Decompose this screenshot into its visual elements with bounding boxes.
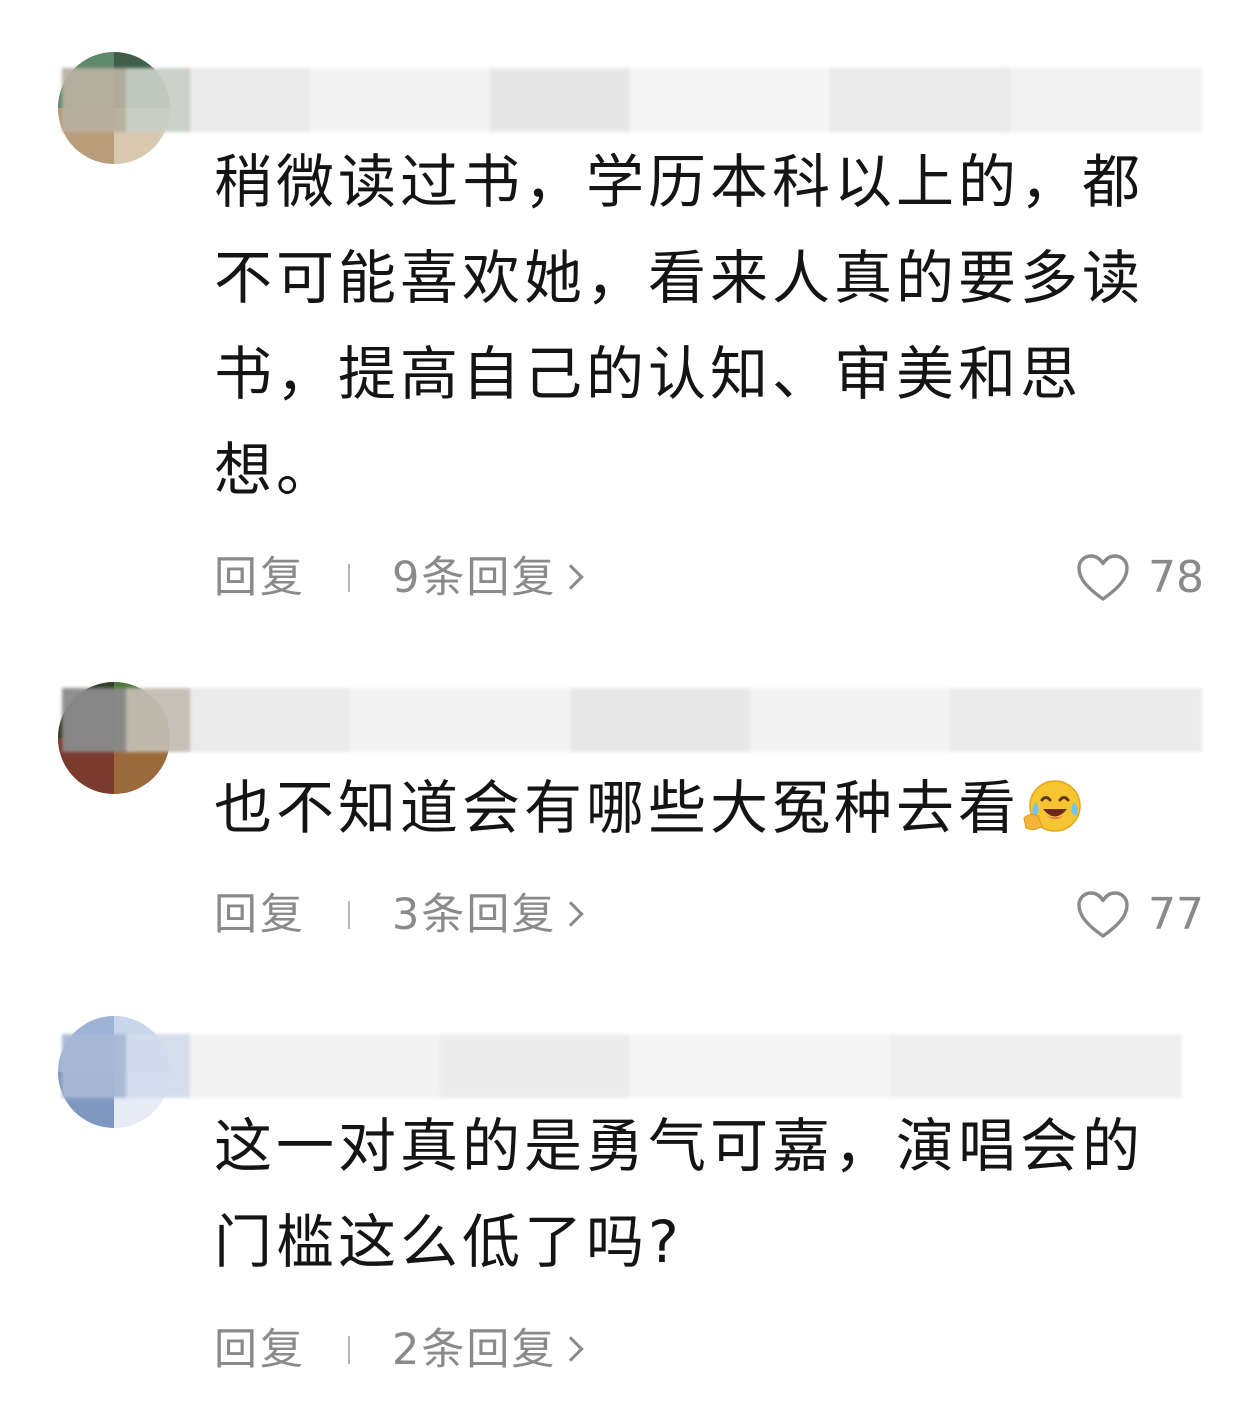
like-button[interactable]: 78 [1076,548,1204,608]
comment-text: 也不知道会有哪些大冤种去看 [214,760,1204,856]
username-redacted[interactable] [62,688,1202,752]
like-count: 78 [1148,552,1204,603]
like-count: 77 [1148,889,1204,940]
reply-button[interactable]: 回复 [214,548,306,608]
replies-count-label: 2条回复 [392,1325,557,1375]
comment-actions: 回复 3条回复 77 [214,885,1204,945]
comment-text: 这一对真的是勇气可嘉，演唱会的门槛这么低了吗? [214,1112,1145,1276]
chevron-right-icon [558,901,585,927]
reply-button[interactable]: 回复 [214,1320,306,1380]
comment-text: 稍微读过书，学历本科以上的，都不可能喜欢她，看来人真的要多读书，提高自己的认知、… [214,148,1145,504]
reply-button[interactable]: 回复 [214,885,306,945]
view-replies-button[interactable]: 9条回复 [392,548,585,608]
separator [348,564,350,592]
like-button[interactable]: 77 [1076,885,1204,945]
username-redacted[interactable] [62,1034,1182,1098]
heart-outline-icon [1077,554,1129,601]
comment-actions: 回复 2条回复 [214,1320,1204,1380]
chevron-right-icon [558,1336,585,1362]
laughing-tears-emoji-icon [1023,780,1081,832]
comment-text-content: 也不知道会有哪些大冤种去看 [214,774,1021,842]
heart-outline-icon [1077,891,1129,938]
replies-count-label: 3条回复 [392,890,557,940]
separator [348,901,350,929]
username-redacted[interactable] [62,68,1202,132]
separator [348,1336,350,1364]
comment-actions: 回复 9条回复 78 [214,548,1204,608]
replies-count-label: 9条回复 [392,553,557,603]
chevron-right-icon [558,564,585,590]
view-replies-button[interactable]: 2条回复 [392,1320,585,1380]
view-replies-button[interactable]: 3条回复 [392,885,585,945]
